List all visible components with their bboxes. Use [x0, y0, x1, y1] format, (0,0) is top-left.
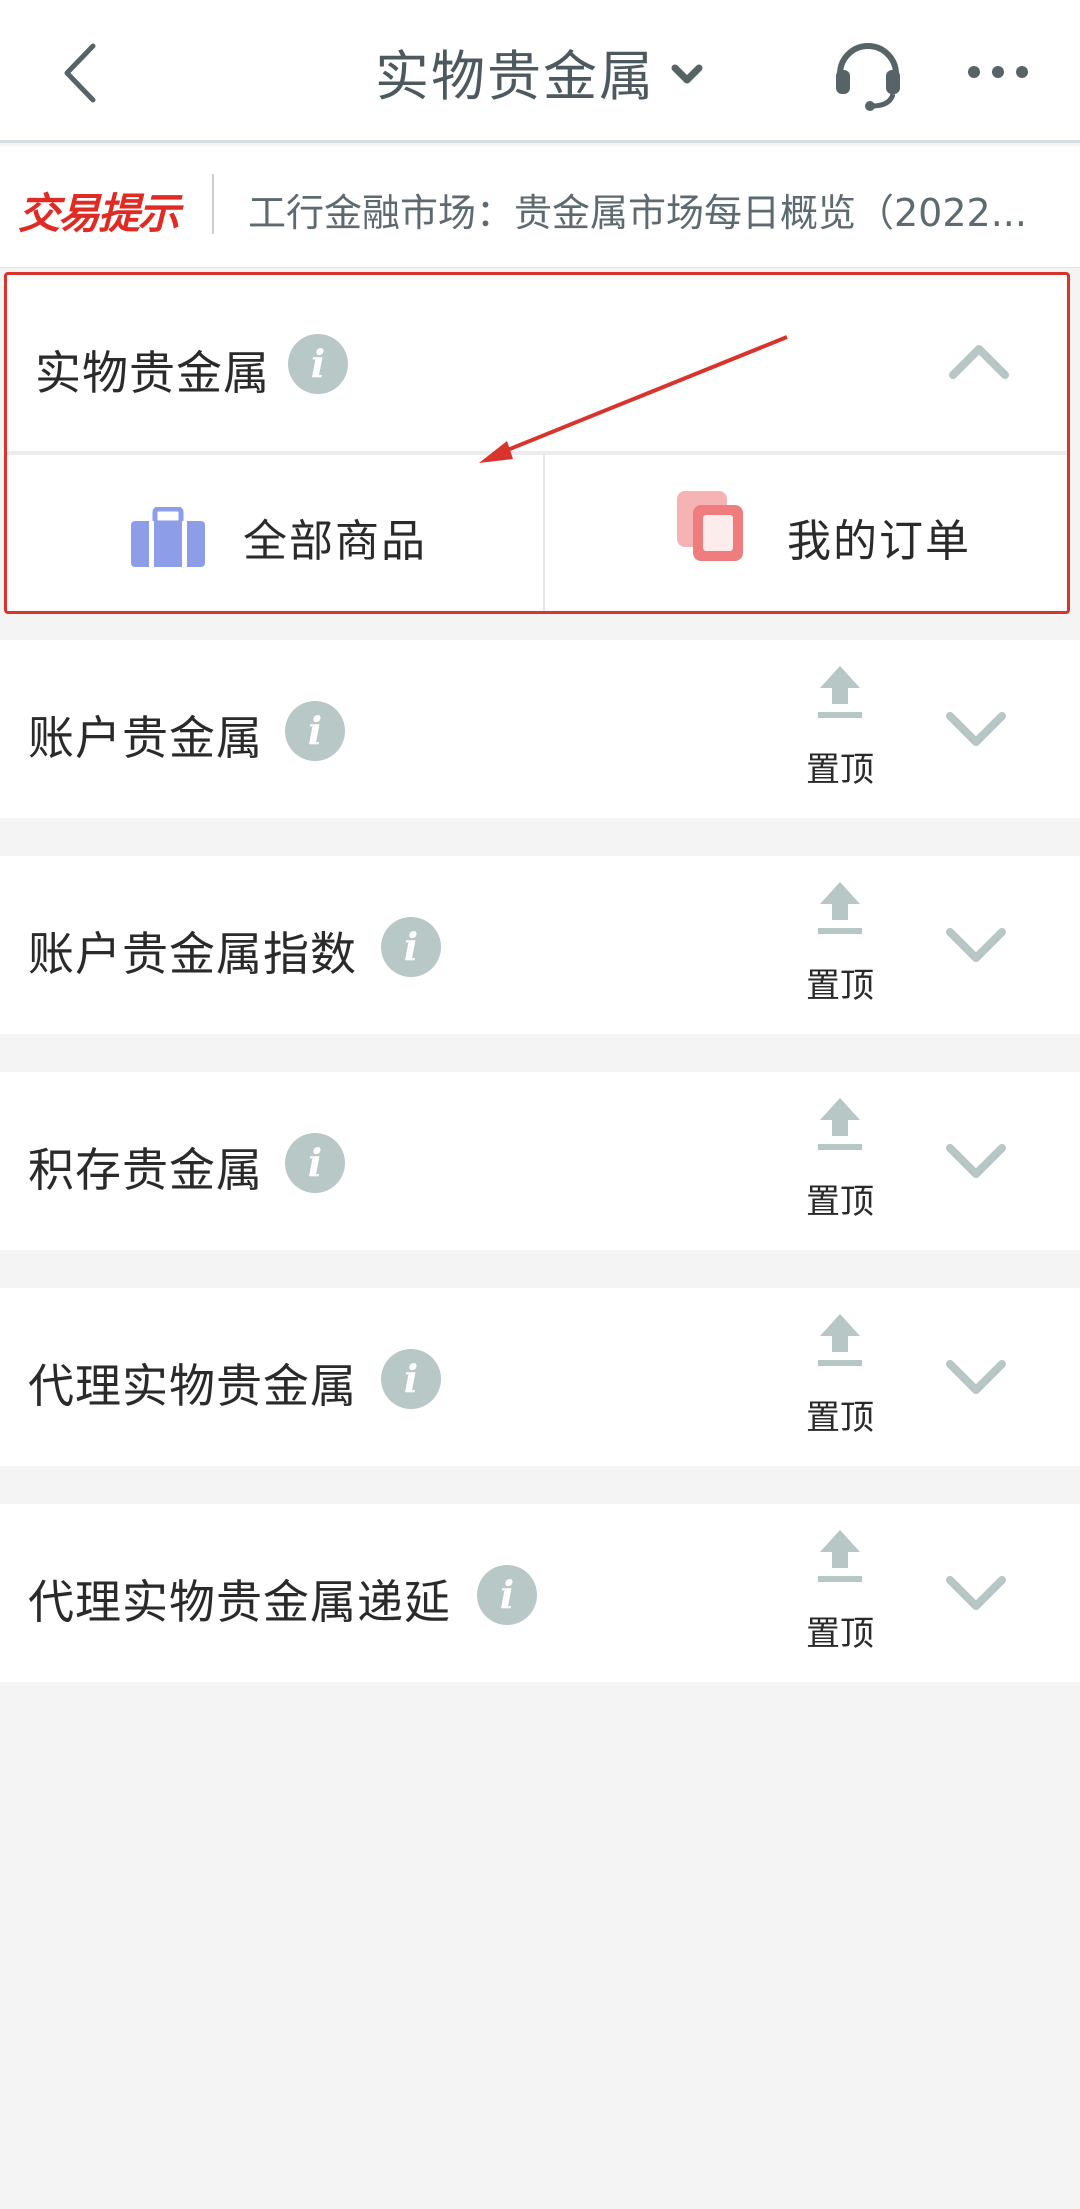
- headset-icon: [836, 43, 900, 111]
- all-products-button[interactable]: 全部商品: [7, 455, 543, 611]
- chevron-down-icon[interactable]: [944, 1142, 1008, 1182]
- pin-top-icon: [818, 1098, 862, 1150]
- svg-text:i: i: [500, 1572, 514, 1617]
- title-dropdown[interactable]: 实物贵金属: [0, 36, 1080, 108]
- all-products-label: 全部商品: [243, 516, 427, 567]
- pin-label: 置顶: [806, 750, 874, 790]
- page-title: 实物贵金属: [375, 44, 655, 108]
- info-icon[interactable]: i: [476, 1564, 538, 1626]
- more-dots-icon: [968, 66, 1028, 78]
- customer-service-button[interactable]: [826, 28, 910, 112]
- pin-label: 置顶: [806, 1614, 874, 1654]
- pin-label: 置顶: [806, 1182, 874, 1222]
- info-icon[interactable]: i: [284, 1132, 346, 1194]
- trade-notice-tag: 交易提示: [18, 189, 180, 238]
- section-account-precious-metals-index[interactable]: 账户贵金属指数 i 置顶: [0, 856, 1080, 1034]
- pin-to-top-button[interactable]: 置顶: [790, 1310, 890, 1440]
- svg-text:i: i: [404, 1356, 418, 1401]
- section-title: 账户贵金属: [28, 711, 263, 765]
- info-icon[interactable]: i: [380, 916, 442, 978]
- pin-top-icon: [818, 1530, 862, 1582]
- chevron-down-icon[interactable]: [944, 1358, 1008, 1398]
- ticker-divider: [212, 174, 214, 234]
- info-icon[interactable]: i: [380, 1348, 442, 1410]
- pin-to-top-button[interactable]: 置顶: [790, 1094, 890, 1224]
- order-copy-icon: [677, 491, 743, 561]
- section-agency-physical-precious-metals[interactable]: 代理实物贵金属 i 置顶: [0, 1288, 1080, 1466]
- ticker-text: 工行金融市场：贵金属市场每日概览（2022...: [248, 191, 1027, 235]
- section-accumulation-precious-metals[interactable]: 积存贵金属 i 置顶: [0, 1072, 1080, 1250]
- section-title: 代理实物贵金属: [28, 1359, 357, 1413]
- chevron-down-icon[interactable]: [944, 1574, 1008, 1614]
- pin-label: 置顶: [806, 1398, 874, 1438]
- section-account-precious-metals[interactable]: 账户贵金属 i 置顶: [0, 640, 1080, 818]
- physical-precious-metals-card: 实物贵金属 i 全部商品 我的订单: [4, 272, 1070, 614]
- chevron-down-icon[interactable]: [944, 926, 1008, 966]
- more-button[interactable]: [964, 52, 1032, 92]
- pin-to-top-button[interactable]: 置顶: [790, 662, 890, 792]
- briefcase-icon: [131, 507, 205, 567]
- svg-text:i: i: [308, 1140, 322, 1185]
- my-orders-label: 我的订单: [787, 516, 971, 567]
- chevron-down-icon[interactable]: [944, 710, 1008, 750]
- section-title: 积存贵金属: [28, 1143, 263, 1197]
- info-icon[interactable]: i: [284, 700, 346, 762]
- pin-top-icon: [818, 666, 862, 718]
- pin-top-icon: [818, 882, 862, 934]
- section-title: 代理实物贵金属递延: [28, 1575, 451, 1629]
- trade-notice-ticker[interactable]: 交易提示 工行金融市场：贵金属市场每日概览（2022...: [0, 146, 1080, 268]
- pin-label: 置顶: [806, 966, 874, 1006]
- svg-text:i: i: [308, 708, 322, 753]
- section-agency-physical-precious-metals-deferred[interactable]: 代理实物贵金属递延 i 置顶: [0, 1504, 1080, 1682]
- top-nav-bar: 实物贵金属: [0, 0, 1080, 143]
- section-title: 账户贵金属指数: [28, 927, 357, 981]
- my-orders-button[interactable]: 我的订单: [545, 455, 1067, 611]
- pin-top-icon: [818, 1314, 862, 1366]
- svg-text:i: i: [404, 924, 418, 969]
- pin-to-top-button[interactable]: 置顶: [790, 878, 890, 1008]
- chevron-down-icon: [671, 64, 703, 84]
- pin-to-top-button[interactable]: 置顶: [790, 1526, 890, 1656]
